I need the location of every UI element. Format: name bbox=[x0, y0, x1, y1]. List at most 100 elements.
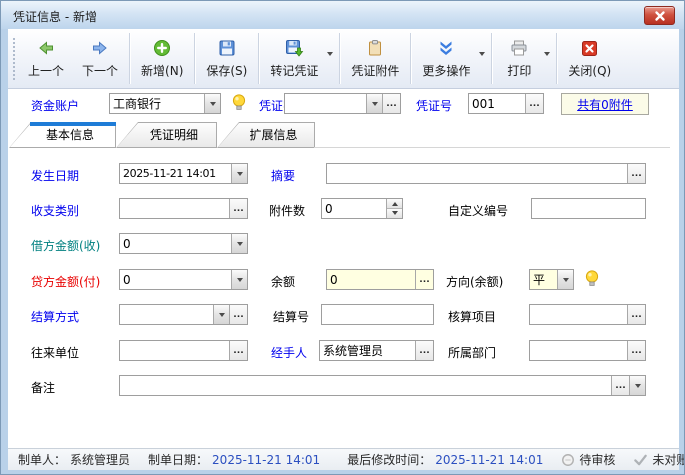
settle-method-combobox[interactable]: … bbox=[119, 304, 248, 325]
browse-button[interactable]: … bbox=[415, 270, 433, 289]
browse-button[interactable]: … bbox=[627, 164, 645, 183]
browse-button[interactable]: … bbox=[627, 341, 645, 360]
category-label: 收支类别 bbox=[31, 202, 79, 219]
dropdown-button[interactable] bbox=[204, 94, 220, 113]
clipboard-icon bbox=[366, 39, 384, 58]
attachment-count-link[interactable]: 共有0附件 bbox=[577, 96, 633, 113]
custom-no-input[interactable] bbox=[532, 199, 645, 218]
toolbar-grip[interactable] bbox=[12, 37, 17, 80]
browse-button[interactable]: … bbox=[229, 199, 247, 218]
dropdown-button[interactable] bbox=[557, 270, 573, 289]
settle-method-input[interactable] bbox=[120, 305, 213, 324]
next-label: 下一个 bbox=[82, 62, 118, 79]
voucher-attachment-button[interactable]: 凭证附件 bbox=[342, 29, 408, 88]
dropdown-button[interactable] bbox=[213, 305, 229, 324]
fund-account-label: 资金账户 bbox=[31, 97, 79, 114]
date-combobox[interactable] bbox=[119, 163, 248, 184]
direction-input[interactable] bbox=[530, 270, 557, 289]
titlebar[interactable]: 凭证信息 - 新增 bbox=[1, 1, 684, 29]
transfer-voucher-button[interactable]: 转记凭证 bbox=[261, 29, 327, 88]
chevron-down-icon bbox=[210, 102, 216, 109]
audit-status: 待审核 bbox=[561, 451, 615, 468]
next-button[interactable]: 下一个 bbox=[73, 29, 127, 88]
fund-account-combobox[interactable] bbox=[109, 93, 221, 114]
tab-voucher-detail[interactable]: 凭证明细 bbox=[116, 122, 217, 148]
tab-basic-info[interactable]: 基本信息 bbox=[9, 122, 116, 148]
add-button[interactable]: 新增(N) bbox=[132, 29, 192, 88]
dropdown-button[interactable] bbox=[231, 164, 247, 183]
more-actions-dropdown[interactable] bbox=[479, 29, 489, 88]
balance-label: 余额 bbox=[271, 273, 295, 290]
remark-input[interactable] bbox=[120, 376, 611, 395]
balance-field[interactable]: … bbox=[326, 269, 434, 290]
dropdown-button[interactable] bbox=[366, 94, 382, 113]
transfer-voucher-dropdown[interactable] bbox=[327, 29, 337, 88]
browse-button[interactable]: … bbox=[382, 94, 400, 113]
voucher-no-field[interactable]: … bbox=[468, 93, 544, 114]
credit-combobox[interactable] bbox=[119, 269, 248, 290]
summary-field[interactable]: … bbox=[326, 163, 646, 184]
create-date-label: 制单日期： bbox=[148, 451, 208, 468]
debit-combobox[interactable] bbox=[119, 233, 248, 254]
browse-button[interactable]: … bbox=[627, 305, 645, 324]
handler-field[interactable]: … bbox=[319, 340, 434, 361]
settle-no-input[interactable] bbox=[322, 305, 433, 324]
browse-button[interactable]: … bbox=[415, 341, 433, 360]
chevron-down-icon bbox=[237, 278, 243, 285]
credit-input[interactable] bbox=[120, 270, 231, 289]
more-actions-button[interactable]: 更多操作 bbox=[413, 29, 479, 88]
spin-down-button[interactable] bbox=[387, 208, 402, 218]
browse-button[interactable]: … bbox=[229, 305, 247, 324]
chevron-down-icon bbox=[635, 384, 641, 391]
voucher-word-combobox[interactable]: … bbox=[284, 93, 401, 114]
dropdown-button[interactable] bbox=[231, 234, 247, 253]
direction-combobox[interactable] bbox=[529, 269, 574, 290]
attach-count-stepper[interactable] bbox=[321, 198, 403, 219]
debit-input[interactable] bbox=[120, 234, 231, 253]
counterparty-input[interactable] bbox=[120, 341, 229, 360]
prev-button[interactable]: 上一个 bbox=[19, 29, 73, 88]
audit-status-text: 待审核 bbox=[579, 451, 615, 468]
category-field[interactable]: … bbox=[119, 198, 248, 219]
browse-button[interactable]: … bbox=[525, 94, 543, 113]
browse-button[interactable]: … bbox=[229, 341, 247, 360]
account-item-input[interactable] bbox=[530, 305, 627, 324]
department-input[interactable] bbox=[530, 341, 627, 360]
voucher-word-input[interactable] bbox=[285, 94, 366, 113]
browse-button[interactable]: … bbox=[611, 376, 629, 395]
account-item-field[interactable]: … bbox=[529, 304, 646, 325]
create-date-status: 制单日期：2025-11-21 14:01 bbox=[148, 451, 320, 468]
print-dropdown[interactable] bbox=[544, 29, 554, 88]
settle-no-field[interactable] bbox=[321, 304, 434, 325]
print-button[interactable]: 打印 bbox=[494, 29, 544, 88]
custom-no-field[interactable] bbox=[531, 198, 646, 219]
dropdown-button[interactable] bbox=[629, 376, 645, 395]
chevron-down-icon bbox=[479, 52, 485, 59]
balance-input[interactable] bbox=[327, 270, 415, 289]
transfer-voucher-label: 转记凭证 bbox=[270, 62, 318, 79]
tab-extended-info-label: 扩展信息 bbox=[217, 122, 315, 148]
voucher-no-input[interactable] bbox=[469, 94, 525, 113]
handler-input[interactable] bbox=[320, 341, 415, 360]
summary-input[interactable] bbox=[327, 164, 627, 183]
dropdown-button[interactable] bbox=[231, 270, 247, 289]
category-input[interactable] bbox=[120, 199, 229, 218]
lightbulb-icon[interactable] bbox=[230, 93, 248, 113]
lightbulb-icon[interactable] bbox=[583, 269, 601, 289]
department-field[interactable]: … bbox=[529, 340, 646, 361]
spin-up-button[interactable] bbox=[387, 199, 402, 208]
fund-account-input[interactable] bbox=[110, 94, 204, 113]
chevron-down-icon bbox=[237, 242, 243, 249]
counterparty-field[interactable]: … bbox=[119, 340, 248, 361]
chevron-down-icon bbox=[327, 52, 333, 59]
close-action-button[interactable]: 关闭(Q) bbox=[559, 29, 620, 88]
tab-basic-info-label: 基本信息 bbox=[9, 122, 116, 148]
remark-field[interactable]: … bbox=[119, 375, 646, 396]
save-button[interactable]: 保存(S) bbox=[197, 29, 256, 88]
settle-method-label: 结算方式 bbox=[31, 308, 79, 325]
attach-count-input[interactable] bbox=[322, 199, 386, 218]
window-close-button[interactable] bbox=[644, 6, 675, 25]
tab-extended-info[interactable]: 扩展信息 bbox=[217, 122, 315, 148]
date-input[interactable] bbox=[120, 164, 231, 183]
handler-label: 经手人 bbox=[271, 344, 307, 361]
